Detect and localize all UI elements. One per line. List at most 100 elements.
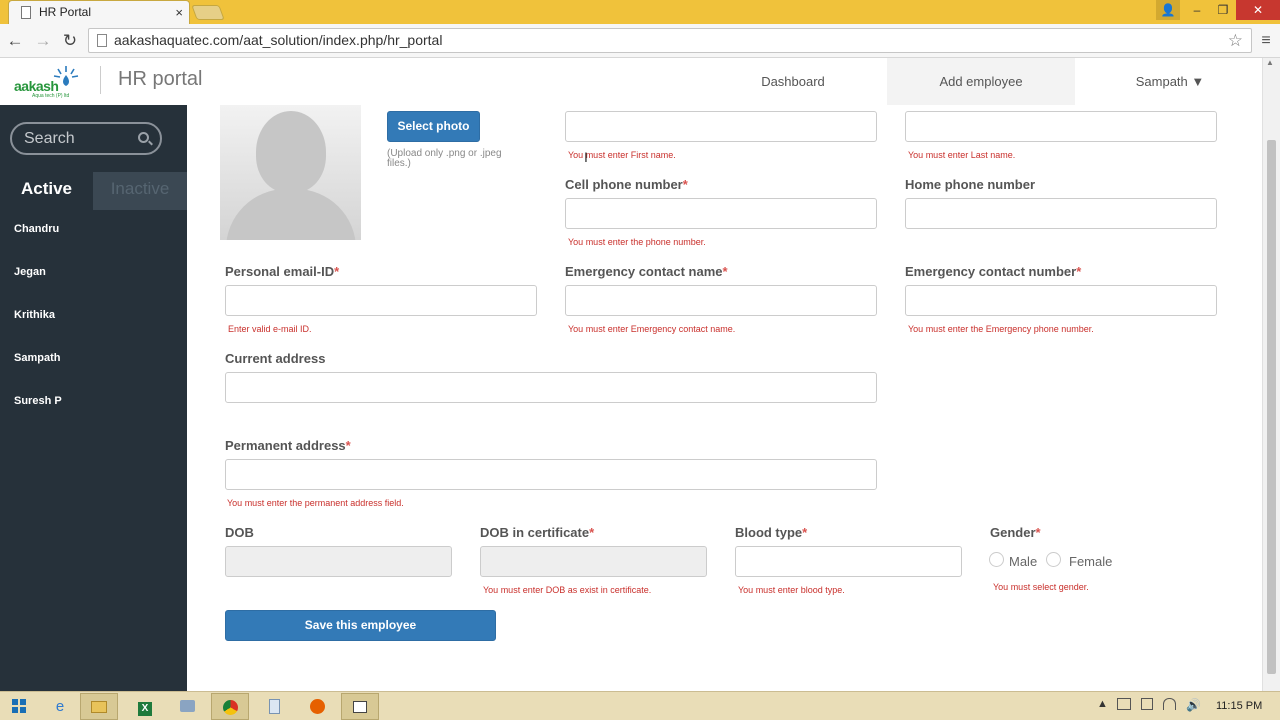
logo-text: aakash	[14, 78, 59, 94]
tab-close-icon[interactable]: ×	[175, 1, 183, 24]
text-cursor-icon: I	[584, 149, 588, 165]
avatar-shoulders-shape	[226, 189, 356, 240]
scrollbar-thumb[interactable]	[1267, 140, 1276, 674]
reload-icon[interactable]: ↻	[59, 30, 81, 52]
profile-icon[interactable]: 👤	[1156, 0, 1180, 20]
gender-error: You must select gender.	[993, 582, 1089, 592]
page-icon	[97, 34, 107, 47]
header-divider	[100, 66, 101, 94]
company-logo[interactable]: aakash Aqua tech (P) ltd	[14, 63, 86, 103]
select-photo-button[interactable]: Select photo	[387, 111, 480, 142]
gender-male-label[interactable]: Male	[1009, 554, 1037, 569]
save-employee-button[interactable]: Save this employee	[225, 610, 496, 641]
avatar-head-shape	[256, 111, 326, 193]
forward-arrow-icon[interactable]: →	[32, 30, 54, 52]
employee-list-item[interactable]: Sampath	[14, 352, 60, 364]
employee-list-item[interactable]: Krithika	[14, 309, 55, 321]
employee-list-item[interactable]: Chandru	[14, 223, 59, 235]
search-placeholder: Search	[24, 130, 75, 147]
back-arrow-icon[interactable]: ←	[4, 30, 26, 52]
url-text: aakashaquatec.com/aat_solution/index.php…	[114, 32, 443, 48]
page-icon	[21, 6, 31, 19]
tab-inactive[interactable]: Inactive	[93, 172, 187, 210]
browser-tab[interactable]: HR Portal ×	[8, 0, 190, 24]
bookmark-star-icon[interactable]: ☆	[1228, 29, 1243, 52]
action-center-icon[interactable]	[1117, 698, 1131, 710]
tab-active[interactable]: Active	[0, 172, 93, 210]
excel-icon[interactable]: X	[126, 693, 164, 720]
notepad-icon[interactable]	[255, 693, 293, 720]
gender-label: Gender*	[990, 525, 1041, 540]
cell-phone-field[interactable]	[565, 198, 877, 229]
tray-expand-icon[interactable]: ▲	[1097, 698, 1108, 710]
dob-certificate-error: You must enter DOB as exist in certifica…	[483, 585, 652, 595]
minimize-button[interactable]: –	[1184, 0, 1210, 20]
employee-list-item[interactable]: Jegan	[14, 266, 46, 278]
first-name-field[interactable]	[565, 111, 877, 142]
menu-icon[interactable]: ≡	[1258, 32, 1274, 50]
blood-type-field[interactable]	[735, 546, 962, 577]
scroll-up-icon[interactable]: ▲	[1266, 58, 1274, 67]
current-address-field[interactable]	[225, 372, 877, 403]
app-window-icon[interactable]	[341, 693, 379, 720]
volume-icon[interactable]: 🔊	[1186, 698, 1201, 712]
search-icon[interactable]	[138, 132, 149, 143]
dob-certificate-field[interactable]	[480, 546, 707, 577]
network-icon[interactable]	[168, 693, 206, 720]
permanent-address-label: Permanent address*	[225, 438, 351, 453]
emergency-name-label: Emergency contact name*	[565, 264, 728, 279]
internet-explorer-icon[interactable]: e	[41, 693, 79, 720]
email-label: Personal email-ID*	[225, 264, 340, 279]
dob-certificate-label: DOB in certificate*	[480, 525, 595, 540]
search-input[interactable]: Search	[10, 122, 162, 155]
emergency-name-error: You must enter Emergency contact name.	[568, 324, 736, 334]
cell-phone-label: Cell phone number*	[565, 177, 688, 192]
device-icon[interactable]	[1141, 698, 1153, 710]
cell-phone-error: You must enter the phone number.	[568, 237, 706, 247]
app-title[interactable]: HR portal	[118, 68, 202, 91]
home-phone-field[interactable]	[905, 198, 1217, 229]
current-address-label: Current address	[225, 351, 326, 366]
new-tab-button[interactable]	[191, 5, 225, 20]
sidebar: Search Active Inactive Chandru Jegan Kri…	[0, 105, 187, 691]
maximize-button[interactable]: ❐	[1210, 0, 1236, 20]
emergency-number-label: Emergency contact number*	[905, 264, 1082, 279]
employee-list-item[interactable]: Suresh P	[14, 395, 62, 407]
nav-add-employee[interactable]: Add employee	[887, 58, 1075, 105]
permanent-address-error: You must enter the permanent address fie…	[227, 498, 404, 508]
logo-subtext: Aqua tech (P) ltd	[32, 93, 70, 99]
gender-female-label[interactable]: Female	[1069, 554, 1112, 569]
email-error: Enter valid e-mail ID.	[228, 324, 312, 334]
browser-toolbar: ← → ↻ aakashaquatec.com/aat_solution/ind…	[0, 24, 1280, 58]
page-scrollbar[interactable]: ▲	[1262, 58, 1280, 691]
user-menu[interactable]: Sampath ▼	[1112, 58, 1228, 105]
tab-title: HR Portal	[39, 5, 92, 19]
last-name-field[interactable]	[905, 111, 1217, 142]
file-explorer-icon[interactable]	[80, 693, 118, 720]
blood-type-error: You must enter blood type.	[738, 585, 845, 595]
email-field[interactable]	[225, 285, 537, 316]
home-phone-label: Home phone number	[905, 177, 1036, 192]
emergency-name-field[interactable]	[565, 285, 877, 316]
chrome-icon[interactable]	[211, 693, 249, 720]
address-bar[interactable]: aakashaquatec.com/aat_solution/index.php…	[88, 28, 1252, 53]
browser-titlebar: HR Portal × 👤 – ❐ ✕	[0, 0, 1280, 24]
wifi-icon[interactable]	[1163, 698, 1176, 710]
dob-label: DOB	[225, 525, 254, 540]
profile-photo-placeholder	[220, 105, 361, 240]
nav-dashboard[interactable]: Dashboard	[735, 58, 851, 105]
blood-type-label: Blood type*	[735, 525, 808, 540]
close-window-button[interactable]: ✕	[1236, 0, 1280, 20]
windows-taskbar: e X ▲ 🔊 11:15 PM	[0, 691, 1280, 720]
permanent-address-field[interactable]	[225, 459, 877, 490]
windows-start-icon[interactable]	[0, 693, 38, 720]
firefox-icon[interactable]	[298, 693, 336, 720]
gender-male-radio[interactable]	[989, 552, 1004, 567]
gender-female-radio[interactable]	[1046, 552, 1061, 567]
app-header: aakash Aqua tech (P) ltd HR portal Dashb…	[0, 58, 1262, 105]
emergency-number-field[interactable]	[905, 285, 1217, 316]
clock[interactable]: 11:15 PM	[1216, 700, 1262, 712]
upload-hint: (Upload only .png or .jpeg files.)	[387, 148, 502, 169]
dob-field[interactable]	[225, 546, 452, 577]
last-name-error: You must enter Last name.	[908, 150, 1016, 160]
